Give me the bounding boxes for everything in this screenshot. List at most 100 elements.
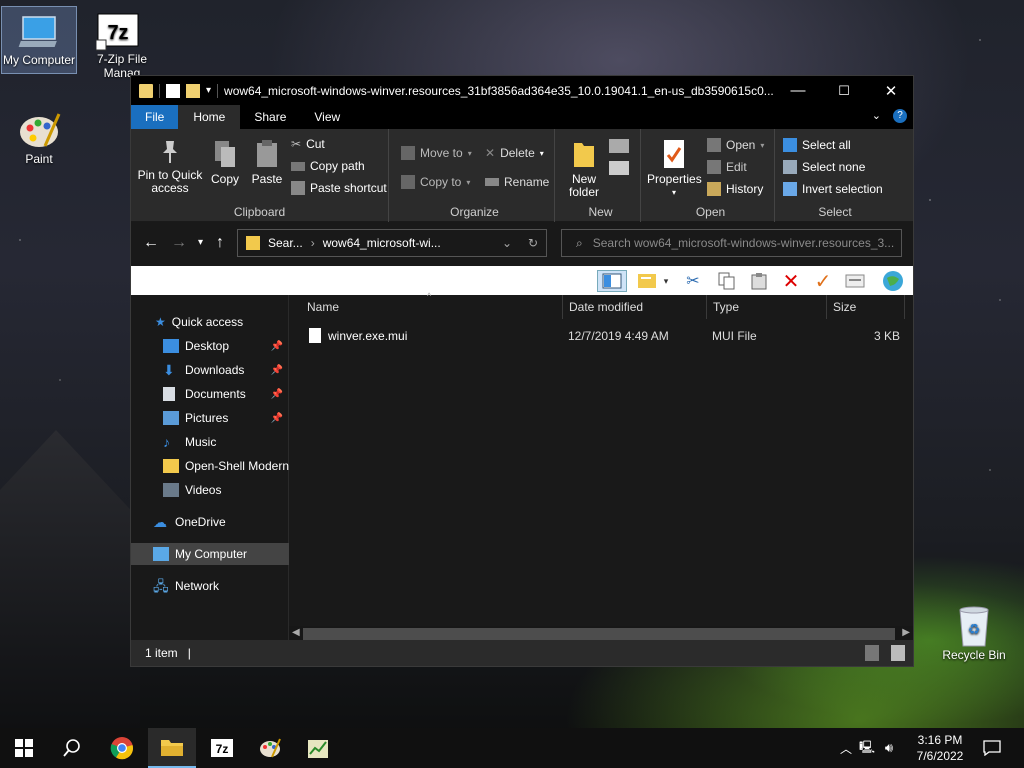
nav-videos[interactable]: Videos	[131, 479, 289, 501]
breadcrumb-current[interactable]: wow64_microsoft-wi...	[323, 236, 441, 250]
open-button[interactable]: Open ▾	[707, 138, 764, 152]
checkmark-icon[interactable]: ✓	[811, 270, 835, 293]
start-button[interactable]	[0, 728, 48, 768]
paste-icon	[255, 139, 279, 169]
new-item-icon[interactable]	[609, 139, 629, 153]
nav-network[interactable]: 🖧 Network	[131, 575, 289, 597]
clock[interactable]: 3:16 PM 7/6/2022	[908, 732, 972, 764]
delete-icon[interactable]: ✕	[779, 270, 803, 293]
tab-view[interactable]: View	[300, 105, 354, 129]
globe-icon[interactable]	[881, 270, 905, 292]
title-bar[interactable]: ▾ wow64_microsoft-windows-winver.resourc…	[131, 76, 913, 105]
cut-button[interactable]: ✂ Cut	[291, 137, 325, 151]
action-center-button[interactable]	[970, 728, 1014, 768]
views-dropdown-icon[interactable]: ▾	[659, 270, 673, 292]
select-none-button[interactable]: Select none	[783, 160, 865, 174]
scroll-right-icon[interactable]: ▶	[902, 627, 910, 638]
nav-desktop[interactable]: Desktop 📌	[131, 335, 289, 357]
select-all-button[interactable]: Select all	[783, 138, 851, 152]
customize-toolbar-icon[interactable]: ▾	[206, 85, 211, 96]
search-button[interactable]	[48, 728, 96, 768]
delete-label: Delete	[500, 146, 535, 160]
copy-path-button[interactable]: Copy path	[291, 159, 365, 173]
nav-quick-access[interactable]: ★ Quick access	[131, 311, 289, 333]
tab-home[interactable]: Home	[178, 105, 241, 129]
chart-app-icon	[308, 740, 328, 758]
search-input[interactable]: ⌕ Search wow64_microsoft-windows-winver.…	[561, 229, 902, 257]
taskbar-file-explorer[interactable]	[148, 728, 196, 768]
volume-icon[interactable]: 🔊︎	[878, 740, 900, 756]
paste-shortcut-button[interactable]: Paste shortcut	[291, 181, 387, 195]
show-hidden-icons-icon[interactable]: ︿	[836, 740, 856, 757]
forward-arrow-icon[interactable]: →	[171, 234, 187, 252]
nav-music[interactable]: ♪ Music	[131, 431, 289, 453]
copy-to-button[interactable]: Copy to ▾	[401, 175, 470, 189]
new-folder-button[interactable]: New folder	[565, 139, 603, 199]
scrollbar-thumb[interactable]	[303, 628, 895, 640]
delete-button[interactable]: ✕ Delete ▾	[485, 146, 544, 160]
edit-button[interactable]: Edit	[707, 160, 747, 174]
scroll-left-icon[interactable]: ◀	[292, 627, 300, 638]
status-cursor: |	[187, 646, 191, 660]
close-button[interactable]: ✕	[868, 76, 914, 105]
refresh-icon[interactable]: ↻	[528, 236, 538, 250]
paint-palette-icon	[17, 110, 61, 150]
history-button[interactable]: History	[707, 182, 763, 196]
details-view-icon[interactable]	[865, 645, 879, 661]
column-header-name[interactable]: Name	[301, 295, 563, 319]
preview-pane-icon[interactable]	[597, 270, 627, 292]
maximize-button[interactable]: ☐	[821, 76, 867, 105]
nav-my-computer[interactable]: My Computer	[131, 543, 289, 565]
paste-icon[interactable]	[747, 270, 771, 292]
paste-button[interactable]: Paste	[247, 139, 287, 186]
breadcrumb-search[interactable]: Sear...	[268, 236, 303, 250]
pin-icon: 📌	[270, 340, 283, 352]
network-icon[interactable]: 🖳	[856, 738, 878, 759]
pin-quick-access-button[interactable]: Pin to Quick access	[137, 139, 203, 195]
taskbar-chrome[interactable]	[98, 728, 146, 768]
nav-onedrive[interactable]: ☁ OneDrive	[131, 511, 289, 533]
invert-selection-button[interactable]: Invert selection	[783, 182, 883, 196]
taskbar-paint[interactable]	[246, 728, 294, 768]
desktop-icon-recycle-bin[interactable]: ♻ Recycle Bin	[936, 598, 1012, 668]
nav-open-shell[interactable]: Open-Shell Modern	[131, 455, 289, 477]
help-icon[interactable]: ?	[893, 109, 907, 123]
properties-button[interactable]: Properties ▾	[647, 139, 702, 199]
nav-downloads[interactable]: ⬇ Downloads 📌	[131, 359, 289, 381]
document-icon	[163, 387, 175, 401]
new-folder-icon[interactable]	[186, 83, 200, 98]
taskbar-7zip[interactable]: 7z	[198, 728, 246, 768]
rename-icon	[485, 178, 499, 186]
rename-button[interactable]: Rename	[485, 175, 549, 189]
svg-text:♻: ♻	[968, 622, 981, 638]
desktop-icon-my-computer[interactable]: My Computer	[1, 6, 77, 74]
copy-icon[interactable]	[715, 270, 739, 292]
properties-icon[interactable]	[166, 83, 180, 98]
large-icons-view-icon[interactable]	[891, 645, 905, 661]
views-icon[interactable]	[635, 270, 659, 292]
easy-access-icon[interactable]	[609, 161, 629, 175]
back-arrow-icon[interactable]: ←	[143, 234, 159, 252]
tab-share[interactable]: Share	[240, 105, 300, 129]
recent-locations-icon[interactable]: ▾	[198, 237, 203, 248]
minimize-button[interactable]: —	[775, 76, 821, 105]
pin-icon: 📌	[270, 412, 283, 424]
table-row[interactable]: winver.exe.mui 12/7/2019 4:49 AM MUI Fil…	[299, 325, 913, 347]
paste-label: Paste	[251, 172, 283, 186]
column-header-type[interactable]: Type	[707, 295, 827, 319]
cut-icon[interactable]: ✂	[681, 270, 705, 292]
copy-button[interactable]: Copy	[205, 139, 245, 186]
column-header-size[interactable]: Size	[827, 295, 905, 319]
column-header-date[interactable]: Date modified	[563, 295, 707, 319]
desktop-icon-paint[interactable]: Paint	[1, 104, 77, 174]
taskbar-app[interactable]	[294, 728, 342, 768]
properties-icon[interactable]	[843, 270, 867, 292]
nav-pictures[interactable]: Pictures 📌	[131, 407, 289, 429]
nav-documents[interactable]: Documents 📌	[131, 383, 289, 405]
tab-file[interactable]: File	[131, 105, 179, 129]
address-input[interactable]: Sear... › wow64_microsoft-wi... ⌄ ↻	[237, 229, 547, 257]
move-to-button[interactable]: Move to ▾	[401, 146, 472, 160]
collapse-ribbon-icon[interactable]: ⌄	[872, 109, 881, 123]
up-arrow-icon[interactable]: ↑	[216, 234, 224, 252]
address-dropdown-icon[interactable]: ⌄	[502, 236, 512, 250]
